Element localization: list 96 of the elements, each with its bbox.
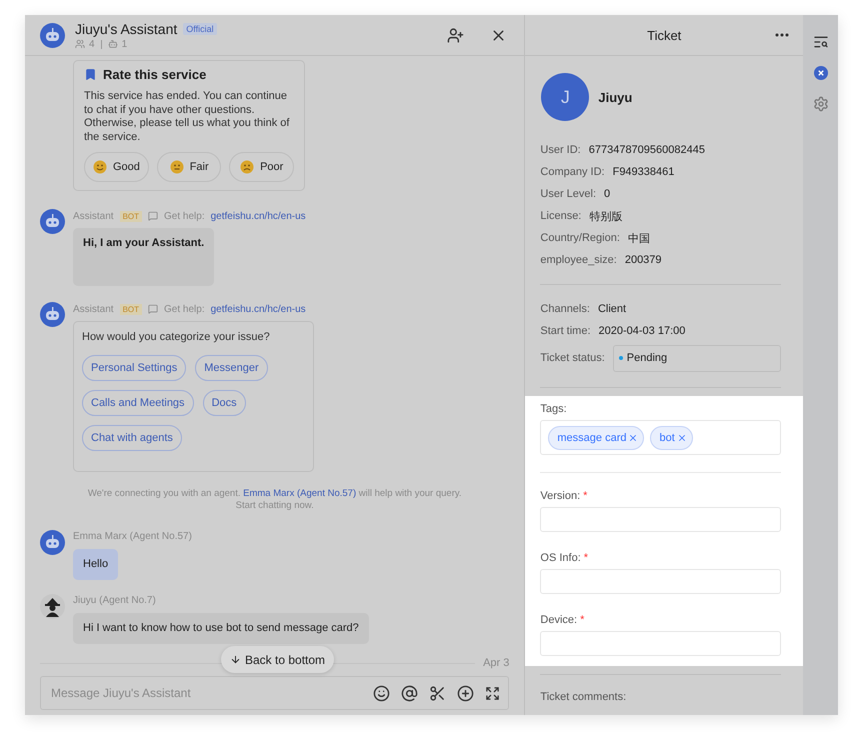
option-button[interactable]: Chat with agents: [82, 424, 182, 450]
smiley-icon: [373, 684, 390, 702]
list-search-icon: [812, 34, 829, 50]
help-link[interactable]: getfeishu.cn/hc/en-us: [210, 304, 306, 314]
option-button[interactable]: Personal Settings: [82, 354, 186, 380]
help-text: Get help:: [164, 210, 205, 222]
member-count: 4: [89, 38, 95, 50]
user-name: Jiuyu: [598, 90, 632, 104]
more-button[interactable]: [773, 31, 792, 39]
bot-badge: BOT: [120, 210, 142, 222]
tag-chip: message card: [548, 426, 644, 450]
info-value: 中国: [628, 232, 650, 246]
message-icon: [148, 211, 158, 221]
emoji-button[interactable]: [371, 682, 392, 704]
card-text: This service has ended. You can continue to chat if you have other questions. Otherwise, please tell us what you think of the service.: [84, 90, 290, 144]
field-label: OS Info: *: [540, 552, 590, 564]
emoji-face-icon: [240, 160, 254, 174]
message-field[interactable]: Message Jiuyu's Assistant: [40, 676, 510, 710]
info-label: employee_size:: [540, 254, 617, 266]
message-icon: [148, 304, 158, 314]
info-label: Ticket status:: [540, 352, 605, 364]
info-value: 特别版: [589, 210, 622, 224]
card-text: How would you categorize your issue?: [82, 331, 271, 344]
expand-icon: [485, 686, 500, 700]
sender-name: Assistant: [73, 304, 114, 314]
text-field[interactable]: [540, 631, 782, 656]
info-label: User ID:: [540, 144, 581, 156]
card-title: Rate this service: [103, 67, 206, 82]
add-button[interactable]: [455, 682, 476, 704]
bot-avatar: [40, 209, 65, 234]
text-field[interactable]: [540, 569, 782, 594]
more-icon: [775, 33, 790, 37]
close-circle-icon[interactable]: [814, 66, 828, 80]
info-label: Start time:: [540, 325, 591, 337]
bot-avatar: [40, 302, 65, 327]
at-sign-icon: [401, 684, 418, 702]
text-field[interactable]: [540, 507, 782, 532]
bookmark-icon: [84, 68, 97, 81]
agent-link[interactable]: Emma Marx (Agent No.57): [243, 488, 356, 498]
system-message: We're connecting you with an agent. Emma Marx (Agent No.57) will help with your query. Start chatting now.: [86, 488, 463, 512]
panel-title: Ticket: [647, 28, 682, 42]
message-bubble: Hi, I am your Assistant.: [73, 228, 214, 286]
remove-icon[interactable]: [628, 432, 638, 442]
sender-name: Jiuyu (Agent No.7): [73, 595, 156, 606]
option-button[interactable]: Messenger: [195, 354, 268, 380]
option-button[interactable]: Docs: [202, 390, 246, 416]
plus-circle-icon: [457, 684, 474, 702]
info-value: Client: [598, 303, 626, 315]
user-avatar: J: [541, 73, 590, 121]
info-label: License:: [540, 210, 582, 222]
info-label: Country/Region:: [540, 232, 620, 244]
field-label: Device: *: [540, 614, 586, 626]
mention-button[interactable]: [399, 682, 420, 704]
arrow-down-icon: [230, 654, 241, 665]
message-bubble: Hello: [73, 548, 118, 580]
help-link[interactable]: getfeishu.cn/hc/en-us: [210, 210, 306, 222]
agent-avatar: [40, 594, 65, 618]
tag-chip: bot: [650, 426, 693, 450]
info-label: Company ID:: [540, 166, 605, 178]
scissors-icon: [429, 684, 446, 702]
bot-avatar: [40, 22, 65, 48]
members-icon: [75, 39, 85, 49]
info-value: 6773478709560082445: [588, 144, 705, 156]
bot-count: 1: [122, 38, 128, 50]
bot-badge: BOT: [120, 304, 142, 314]
date-label: Apr 3: [483, 657, 510, 669]
info-value: 2020-04-03 17:00: [598, 325, 686, 337]
emoji-face-icon: [170, 160, 184, 174]
emoji-face-icon: [93, 160, 107, 174]
rating-button[interactable]: Poor: [229, 152, 294, 182]
rating-button[interactable]: Good: [84, 152, 149, 182]
info-value: F949338461: [612, 166, 674, 178]
back-to-bottom-button[interactable]: Back to bottom: [221, 646, 334, 673]
official-badge: Official: [183, 22, 217, 34]
field-label: Tags:: [540, 403, 568, 415]
field-label: Version: *: [540, 490, 588, 502]
settings-icon: [812, 96, 829, 112]
info-label: User Level:: [540, 188, 596, 200]
info-label: Channels:: [540, 303, 590, 315]
bot-icon: [108, 39, 118, 49]
message-bubble: Hi I want to know how to use bot to send message card?: [73, 612, 369, 644]
help-text: Get help:: [164, 304, 205, 314]
chat-title: Jiuyu's Assistant: [75, 20, 178, 36]
sender-name: Emma Marx (Agent No.57): [73, 531, 192, 542]
sender-name: Assistant: [73, 210, 114, 222]
bot-avatar: [40, 530, 65, 554]
section-label: Ticket comments:: [540, 691, 628, 703]
info-value: 0: [604, 188, 610, 200]
tags-field[interactable]: message card bot: [540, 420, 782, 455]
rating-button[interactable]: Fair: [156, 152, 222, 182]
user-plus-icon: [447, 26, 464, 44]
status-field[interactable]: Pending: [612, 344, 782, 372]
info-value: 200379: [624, 254, 662, 266]
message-input[interactable]: Message Jiuyu's Assistant: [49, 685, 364, 701]
option-button[interactable]: Calls and Meetings: [82, 390, 194, 416]
remove-icon[interactable]: [676, 432, 687, 442]
